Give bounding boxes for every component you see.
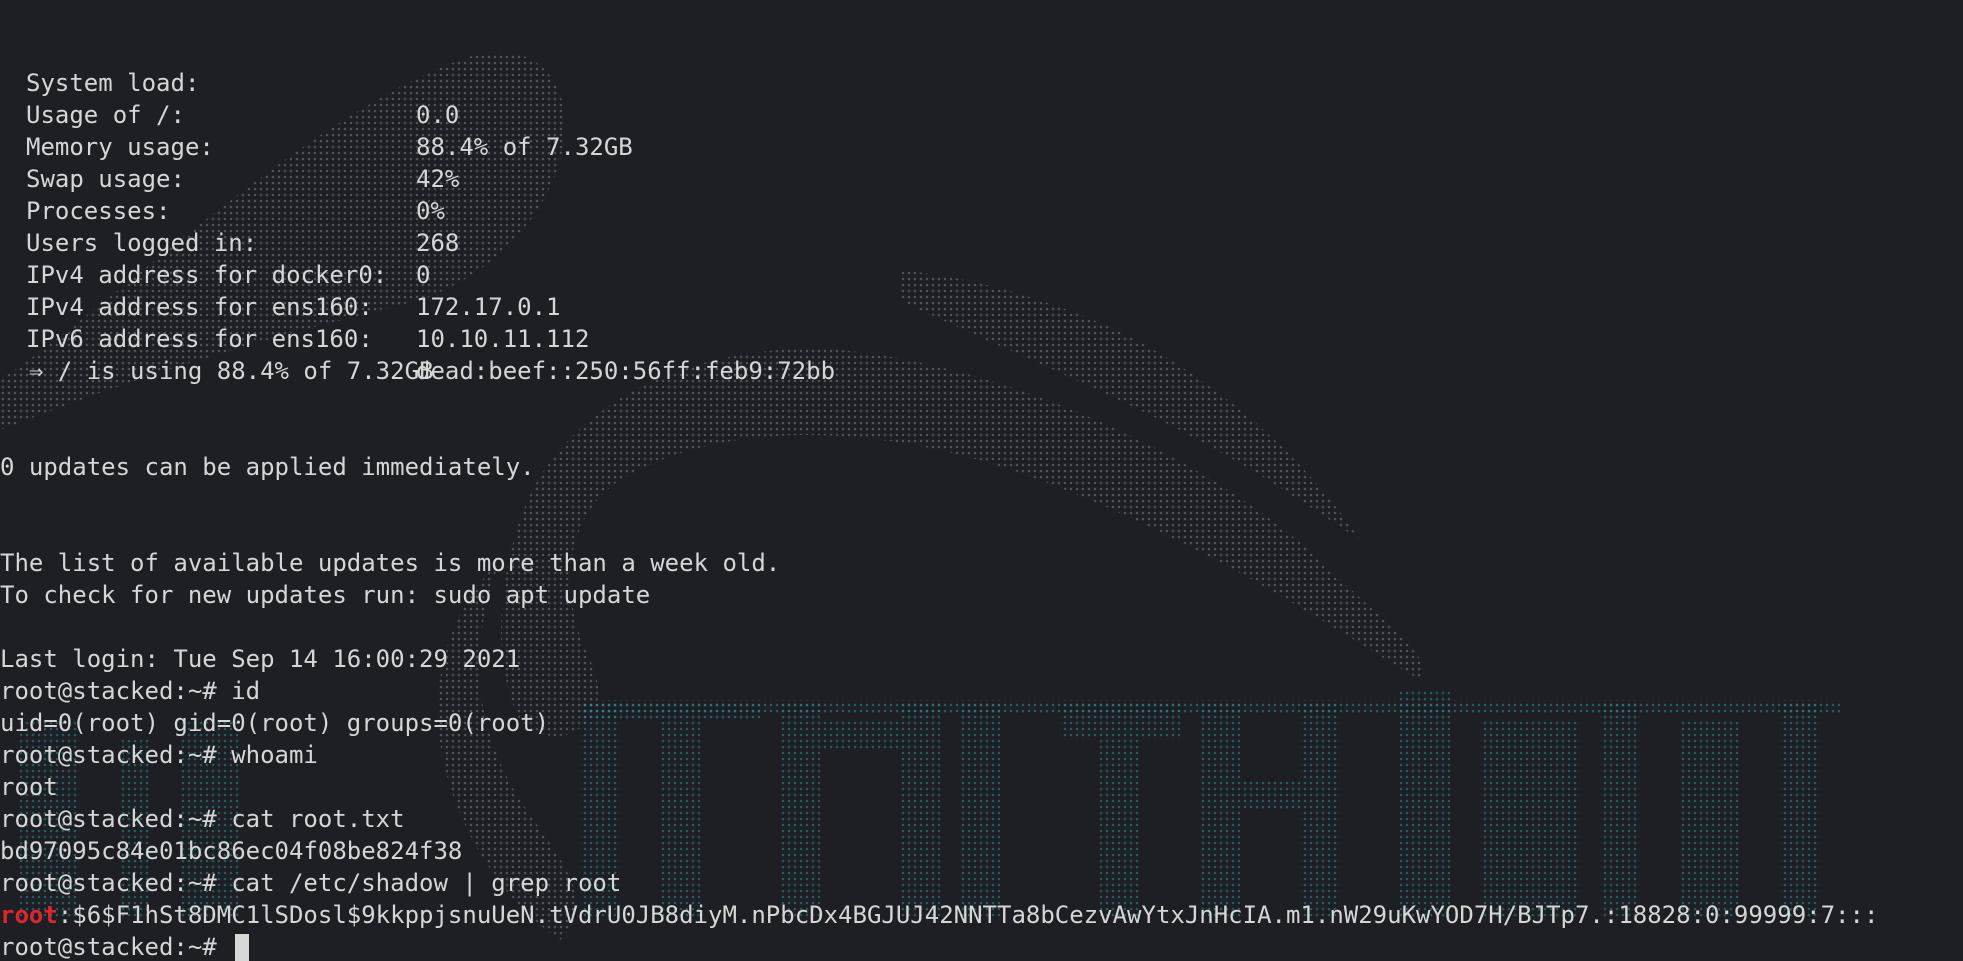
list-old-line: The list of available updates is more th… (0, 549, 781, 577)
motd-row: Memory usage: 42% (0, 99, 459, 193)
terminal-cursor[interactable] (235, 934, 250, 961)
shadow-hash: :$6$F1hSt8DMC1lSDosl$9kkppjsnuUeN.tVdrU0… (57, 901, 1879, 929)
motd-value: 0% (416, 197, 445, 225)
motd-row: IPv4 address for ens160: 10.10.11.112 (0, 259, 589, 353)
motd-value: 0.0 (416, 101, 460, 129)
terminal-window[interactable]: System load: 0.0 Usage of /: 88.4% of 7.… (0, 0, 1963, 961)
motd-value: dead:beef::250:56ff:feb9:72bb (416, 357, 836, 385)
grep-match-highlight: root (0, 901, 58, 929)
last-login-line: Last login: Tue Sep 14 16:00:29 2021 (0, 645, 521, 673)
command-line: root@stacked:~# id (0, 675, 260, 707)
command-text: id (231, 677, 261, 705)
motd-value: 0 (416, 261, 431, 289)
check-updates-line: To check for new updates run: sudo apt u… (0, 581, 651, 609)
motd-row: IPv4 address for docker0: 172.17.0.1 (0, 227, 561, 321)
command-text: cat root.txt (231, 805, 405, 833)
motd-value: 10.10.11.112 (416, 325, 590, 353)
command-text: cat /etc/shadow | grep root (231, 869, 622, 897)
motd-value: 268 (416, 229, 460, 257)
command-line: root@stacked:~# cat /etc/shadow | grep r… (0, 867, 621, 899)
command-text: whoami (231, 741, 318, 769)
motd-row: Swap usage: 0% (0, 131, 445, 225)
motd-row: Users logged in: 0 (0, 195, 430, 289)
motd-row: System load: 0.0 (0, 35, 459, 129)
command-output: root (0, 773, 58, 801)
motd-label: IPv6 address for ens160: (26, 325, 373, 353)
root-flag-output: bd97095c84e01bc86ec04f08be824f38 (0, 837, 463, 865)
shell-prompt: root@stacked:~# (0, 677, 232, 705)
motd-value: 42% (416, 165, 460, 193)
motd-row: IPv6 address for ens160: dead:beef::250:… (0, 291, 835, 385)
shell-prompt: root@stacked:~# (0, 741, 232, 769)
motd-row: Usage of /: 88.4% of 7.32GB (0, 67, 633, 161)
command-output: uid=0(root) gid=0(root) groups=0(root) (0, 709, 550, 737)
shell-prompt: root@stacked:~# (0, 869, 232, 897)
motd-row: Processes: 268 (0, 163, 459, 257)
shell-prompt: root@stacked:~# (0, 805, 232, 833)
shadow-entry-output: root:$6$F1hSt8DMC1lSDosl$9kkppjsnuUeN.tV… (0, 899, 1878, 931)
motd-value: 88.4% of 7.32GB (416, 133, 633, 161)
shell-prompt: root@stacked:~# (0, 933, 232, 961)
disk-warning: ⇒ / is using 88.4% of 7.32GB (0, 357, 434, 385)
motd-value: 172.17.0.1 (416, 293, 561, 321)
command-line: root@stacked:~# whoami (0, 739, 318, 771)
active-prompt-line[interactable]: root@stacked:~# (0, 931, 250, 961)
updates-line: 0 updates can be applied immediately. (0, 453, 535, 481)
command-line: root@stacked:~# cat root.txt (0, 803, 405, 835)
